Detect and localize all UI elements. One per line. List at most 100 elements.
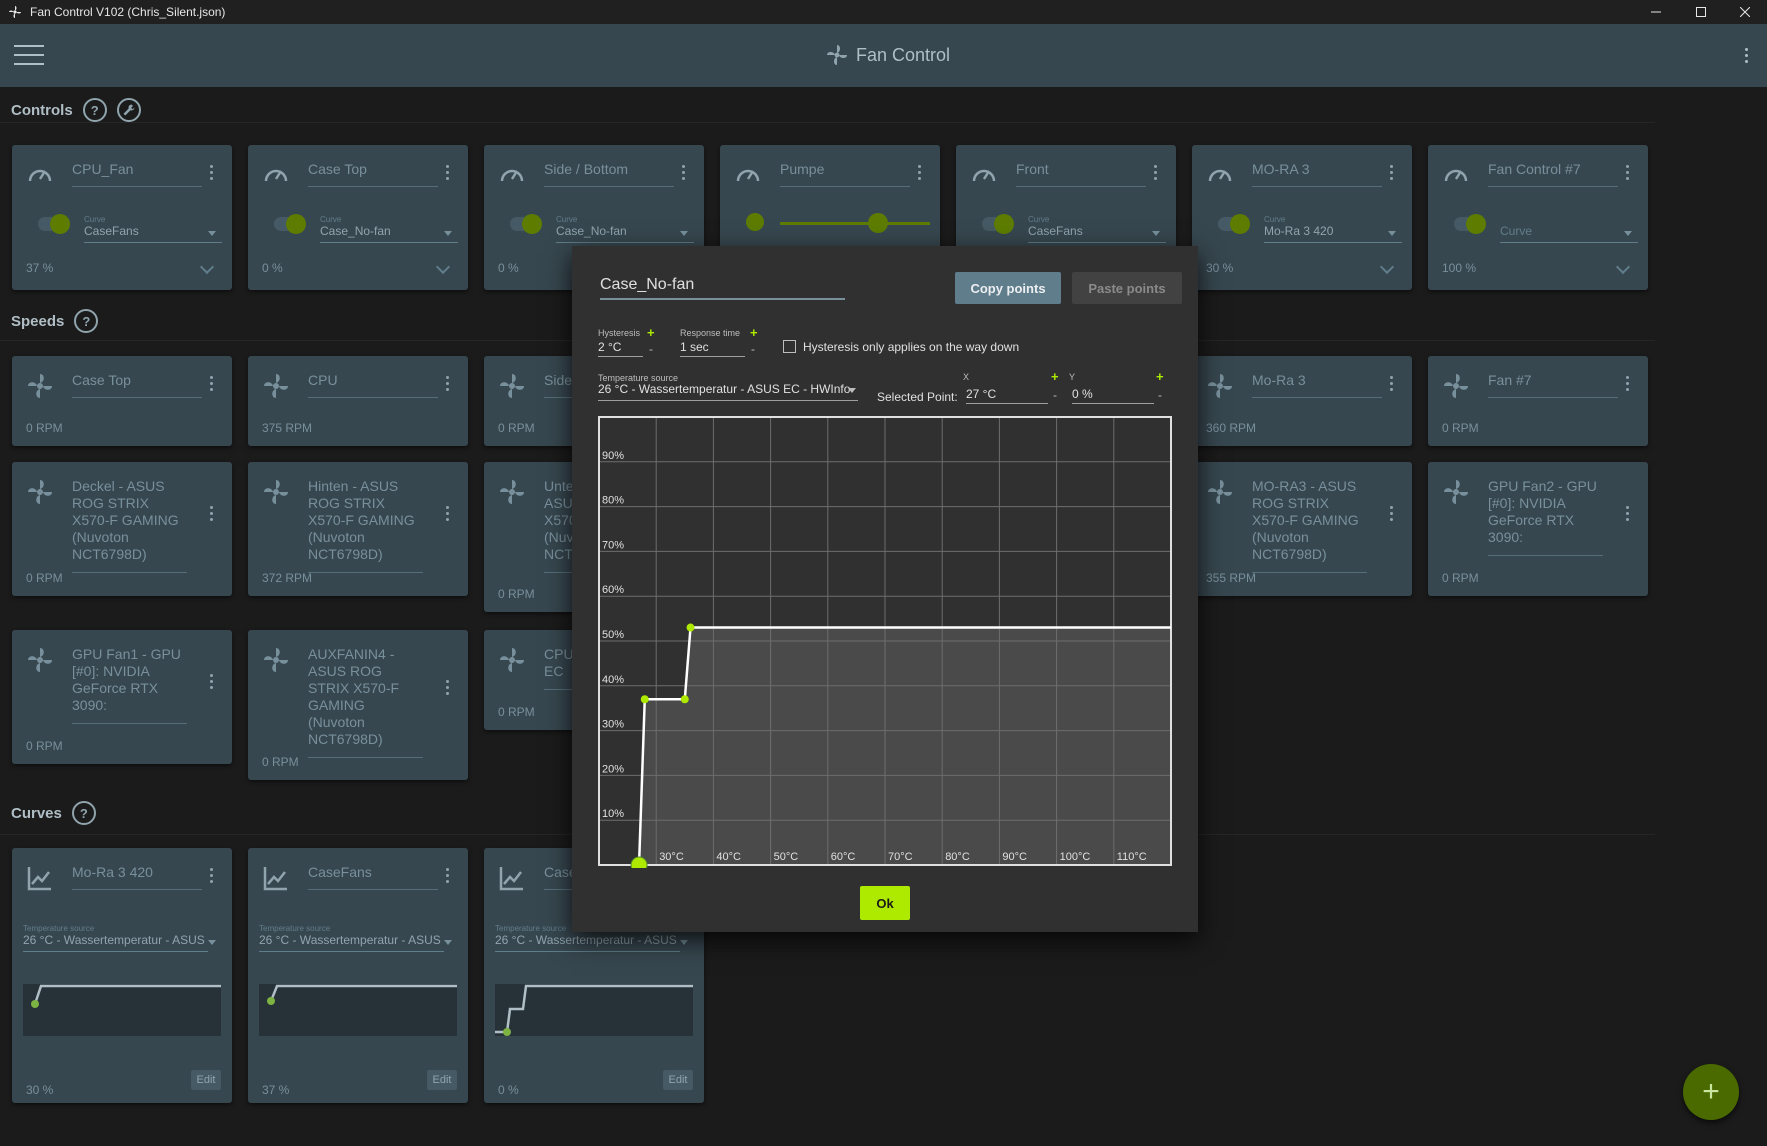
app-menu-icon[interactable] (1743, 48, 1749, 63)
speed-card[interactable]: AUXFANIN4 - ASUS ROG STRIX X570-F GAMING… (248, 630, 468, 780)
speed-card[interactable]: Case Top 0 RPM (12, 356, 232, 446)
speed-name[interactable]: Unte ASU X570 (Nuv NCT (544, 478, 574, 573)
hysteresis-field[interactable]: 2 °C (598, 340, 643, 357)
expand-chevron-icon[interactable] (199, 259, 215, 275)
enable-toggle[interactable] (274, 214, 306, 234)
card-menu-icon[interactable] (1390, 506, 1393, 521)
curve-select[interactable]: Curve (1500, 224, 1638, 243)
curve-select[interactable]: Case_No-fan (320, 224, 458, 243)
temperature-source-select[interactable]: 26 °C - Wassertemperatur - ASUS (23, 933, 208, 952)
enable-toggle[interactable] (38, 214, 70, 234)
control-card[interactable]: Case Top Curve Case_No-fan 0 % (248, 145, 468, 290)
curve-name-input[interactable]: Case_No-fan (600, 276, 845, 300)
card-menu-icon[interactable] (918, 165, 921, 180)
close-window-button[interactable] (1722, 0, 1767, 24)
control-name[interactable]: CPU_Fan (72, 161, 202, 187)
card-menu-icon[interactable] (1626, 165, 1629, 180)
enable-toggle[interactable] (746, 213, 764, 231)
x-minus-button[interactable]: - (1053, 388, 1057, 402)
chevron-down-icon[interactable] (848, 388, 856, 393)
control-name[interactable]: Front (1016, 161, 1146, 187)
response-plus-button[interactable]: + (750, 325, 758, 340)
x-field[interactable]: 27 °C (966, 387, 1048, 404)
curve-name[interactable]: Mo-Ra 3 420 (72, 864, 202, 890)
help-icon[interactable]: ? (74, 309, 99, 333)
speed-card[interactable]: Hinten - ASUS ROG STRIX X570-F GAMING (N… (248, 462, 468, 596)
speed-name[interactable]: CPU (308, 372, 438, 398)
curve-select[interactable]: CaseFans (1028, 224, 1166, 243)
chevron-down-icon[interactable] (1624, 231, 1632, 236)
edit-button[interactable]: Edit (663, 1070, 693, 1090)
curve-point[interactable] (640, 695, 649, 704)
card-menu-icon[interactable] (210, 376, 213, 391)
speed-card[interactable]: MO-RA3 - ASUS ROG STRIX X570-F GAMING (N… (1192, 462, 1412, 596)
chevron-down-icon[interactable] (208, 231, 216, 236)
chevron-down-icon[interactable] (444, 231, 452, 236)
speed-name[interactable]: Hinten - ASUS ROG STRIX X570-F GAMING (N… (308, 478, 423, 573)
curve-chart[interactable]: 30°C 40°C 50°C 60°C 70°C 80°C 90°C 100°C 110°C 10… (596, 414, 1174, 868)
add-button[interactable]: + (1683, 1064, 1739, 1120)
card-menu-icon[interactable] (210, 506, 213, 521)
response-time-field[interactable]: 1 sec (680, 340, 745, 357)
enable-toggle[interactable] (982, 214, 1014, 234)
curve-point[interactable] (680, 695, 689, 704)
copy-points-button[interactable]: Copy points (955, 272, 1061, 304)
card-menu-icon[interactable] (446, 165, 449, 180)
chevron-down-icon[interactable] (444, 940, 452, 945)
temperature-source-select[interactable]: 26 °C - Wassertemperatur - ASUS (259, 933, 444, 952)
expand-chevron-icon[interactable] (1379, 259, 1395, 275)
minimize-button[interactable] (1633, 0, 1678, 24)
edit-button[interactable]: Edit (427, 1070, 457, 1090)
help-icon[interactable]: ? (71, 801, 96, 825)
chevron-down-icon[interactable] (680, 940, 688, 945)
curve-point[interactable] (686, 623, 695, 632)
edit-button[interactable]: Edit (191, 1070, 221, 1090)
expand-chevron-icon[interactable] (1615, 259, 1631, 275)
control-card[interactable]: Fan Control #7 Curve 100 % (1428, 145, 1648, 290)
speed-card[interactable]: Fan #7 0 RPM (1428, 356, 1648, 446)
card-menu-icon[interactable] (210, 674, 213, 689)
y-plus-button[interactable]: + (1156, 369, 1164, 384)
speed-slider[interactable] (780, 222, 930, 225)
selected-curve-point[interactable] (630, 856, 648, 868)
card-menu-icon[interactable] (682, 165, 685, 180)
card-menu-icon[interactable] (446, 506, 449, 521)
speed-card[interactable]: GPU Fan1 - GPU [#0]: NVIDIA GeForce RTX … (12, 630, 232, 764)
ok-button[interactable]: Ok (860, 886, 910, 920)
enable-toggle[interactable] (1454, 214, 1486, 234)
speed-name[interactable]: MO-RA3 - ASUS ROG STRIX X570-F GAMING (N… (1252, 478, 1367, 573)
card-menu-icon[interactable] (1390, 165, 1393, 180)
speed-name[interactable]: Case Top (72, 372, 202, 398)
hysteresis-down-checkbox[interactable] (783, 340, 796, 353)
control-card[interactable]: CPU_Fan Curve CaseFans 37 % (12, 145, 232, 290)
control-name[interactable]: Fan Control #7 (1488, 161, 1618, 187)
chevron-down-icon[interactable] (680, 231, 688, 236)
enable-toggle[interactable] (1218, 214, 1250, 234)
card-menu-icon[interactable] (1390, 376, 1393, 391)
paste-points-button[interactable]: Paste points (1072, 272, 1182, 304)
chevron-down-icon[interactable] (1388, 231, 1396, 236)
curve-select[interactable]: CaseFans (84, 224, 222, 243)
wrench-icon[interactable] (116, 98, 141, 122)
expand-chevron-icon[interactable] (435, 259, 451, 275)
curve-card[interactable]: CaseFans Temperature source 26 °C - Wass… (248, 848, 468, 1103)
card-menu-icon[interactable] (1154, 165, 1157, 180)
chevron-down-icon[interactable] (1152, 231, 1160, 236)
speed-name[interactable]: GPU Fan1 - GPU [#0]: NVIDIA GeForce RTX … (72, 646, 187, 724)
speed-card[interactable]: GPU Fan2 - GPU [#0]: NVIDIA GeForce RTX … (1428, 462, 1648, 596)
card-menu-icon[interactable] (446, 680, 449, 695)
card-menu-icon[interactable] (210, 165, 213, 180)
card-menu-icon[interactable] (446, 376, 449, 391)
hysteresis-plus-button[interactable]: + (647, 325, 655, 340)
card-menu-icon[interactable] (1626, 506, 1629, 521)
control-card[interactable]: MO-RA 3 Curve Mo-Ra 3 420 30 % (1192, 145, 1412, 290)
chevron-down-icon[interactable] (208, 940, 216, 945)
response-minus-button[interactable]: - (751, 342, 755, 356)
card-menu-icon[interactable] (210, 868, 213, 883)
curve-select[interactable]: Case_No-fan (556, 224, 694, 243)
speed-card[interactable]: Deckel - ASUS ROG STRIX X570-F GAMING (N… (12, 462, 232, 596)
speed-name[interactable]: AUXFANIN4 - ASUS ROG STRIX X570-F GAMING… (308, 646, 423, 758)
hamburger-menu-icon[interactable] (14, 45, 44, 65)
temperature-source-select[interactable]: 26 °C - Wassertemperatur - ASUS (495, 933, 680, 952)
curve-select[interactable]: Mo-Ra 3 420 (1264, 224, 1402, 243)
